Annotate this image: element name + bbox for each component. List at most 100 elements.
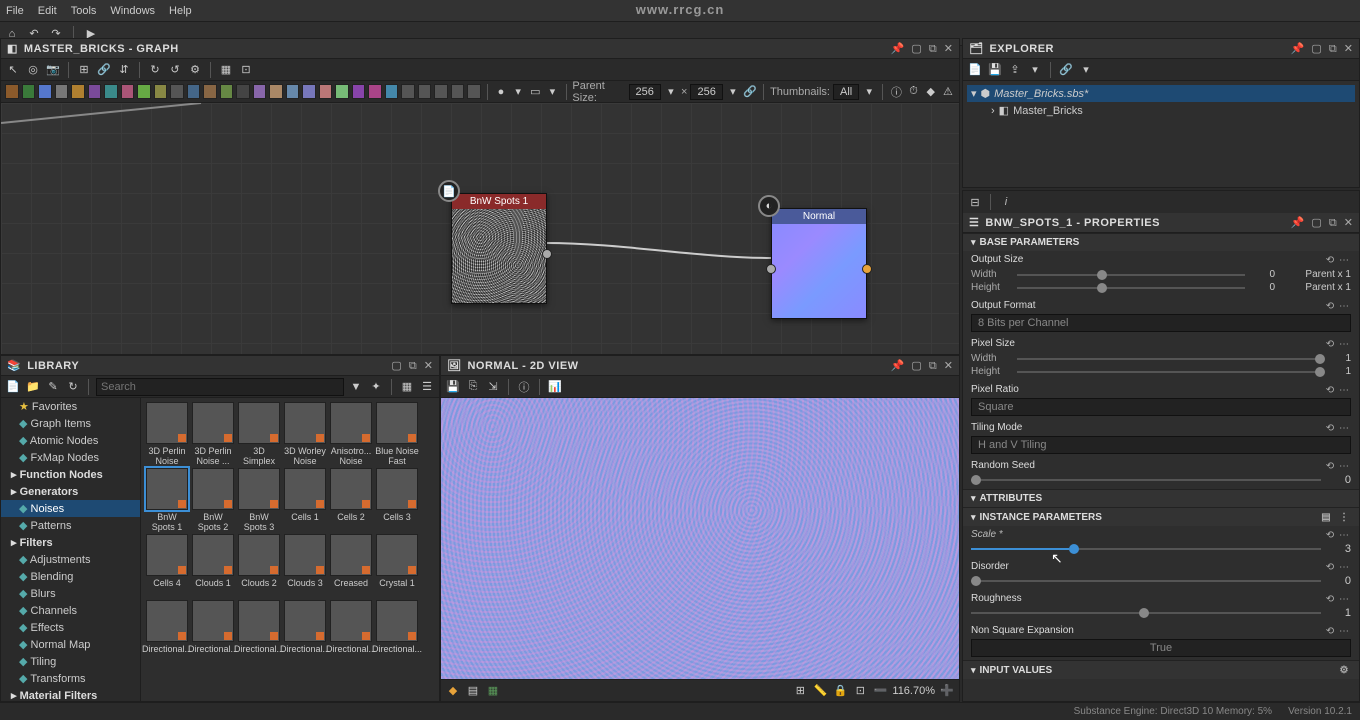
palette-node[interactable] xyxy=(418,84,432,99)
refresh-icon[interactable]: ↻ xyxy=(65,379,81,395)
chevron-down-icon[interactable]: ▾ xyxy=(726,84,740,100)
library-tree-item[interactable]: ◆ Atomic Nodes xyxy=(1,432,140,449)
palette-node[interactable] xyxy=(5,84,19,99)
palette-node[interactable] xyxy=(385,84,399,99)
grid-icon[interactable]: ▦ xyxy=(218,62,234,78)
library-tree-item[interactable]: ◆ Blending xyxy=(1,568,140,585)
library-tree-item[interactable]: ◆ Patterns xyxy=(1,517,140,534)
palette-node[interactable] xyxy=(434,84,448,99)
refresh-icon[interactable]: ↻ xyxy=(147,62,163,78)
zoom-in-icon[interactable]: ➕ xyxy=(939,683,955,699)
library-tree-item[interactable]: ◆ Adjustments xyxy=(1,551,140,568)
copy-icon[interactable]: ⎘ xyxy=(465,379,481,395)
expose-icon[interactable]: ⋯ xyxy=(1337,529,1351,541)
reset-icon[interactable]: ⟲ xyxy=(1323,561,1337,573)
palette-node[interactable] xyxy=(302,84,316,99)
warn-icon[interactable]: ⚠ xyxy=(941,84,955,100)
palette-node[interactable] xyxy=(55,84,69,99)
input-port[interactable] xyxy=(766,264,776,274)
library-thumbnail[interactable]: Crystal 1 xyxy=(375,534,419,598)
library-thumbnail[interactable]: Cells 1 xyxy=(283,468,327,532)
palette-node[interactable] xyxy=(335,84,349,99)
sort-icon[interactable]: ✦ xyxy=(368,379,384,395)
grid-view-icon[interactable]: ▦ xyxy=(399,379,415,395)
output-port[interactable] xyxy=(862,264,872,274)
library-thumbnail[interactable]: BnW Spots 1 xyxy=(145,468,189,532)
palette-node[interactable] xyxy=(352,84,366,99)
info-tab-icon[interactable]: i xyxy=(998,194,1014,210)
palette-node[interactable] xyxy=(121,84,135,99)
palette-node[interactable] xyxy=(286,84,300,99)
section-instance-parameters[interactable]: INSTANCE PARAMETERS▤⋮ xyxy=(963,507,1359,526)
expose-icon[interactable]: ⋯ xyxy=(1337,593,1351,605)
library-thumbnail[interactable]: 3D Perlin Noise xyxy=(145,402,189,466)
maximize-icon[interactable]: ▢ xyxy=(911,360,921,372)
new-icon[interactable]: 📄 xyxy=(5,379,21,395)
library-tree-item[interactable]: ▸ Material Filters xyxy=(1,687,140,701)
expose-icon[interactable]: ⋯ xyxy=(1337,561,1351,573)
palette-node[interactable] xyxy=(220,84,234,99)
library-thumbnail[interactable]: BnW Spots 2 xyxy=(191,468,235,532)
library-tree-item[interactable]: ◆ Blurs xyxy=(1,585,140,602)
close-icon[interactable]: ✕ xyxy=(424,360,433,372)
undock-icon[interactable]: ⧉ xyxy=(1329,217,1337,229)
library-thumbnail[interactable]: Directional... xyxy=(329,600,373,664)
palette-node[interactable] xyxy=(187,84,201,99)
library-tree-item[interactable]: ◆ Transforms xyxy=(1,670,140,687)
reset-icon[interactable]: ⟲ xyxy=(1323,300,1337,312)
explorer-graph-item[interactable]: ›◧ Master_Bricks xyxy=(967,102,1355,119)
explorer-file[interactable]: ▾⬢ Master_Bricks.sbs* xyxy=(967,85,1355,102)
palette-node[interactable] xyxy=(401,84,415,99)
palette-node[interactable] xyxy=(319,84,333,99)
palette-node[interactable] xyxy=(203,84,217,99)
reset-icon[interactable]: ⟲ xyxy=(1323,384,1337,396)
reset-icon[interactable]: ⟲ xyxy=(1323,460,1337,472)
output-icon[interactable]: ● xyxy=(494,84,508,100)
link-icon[interactable]: 🔗 xyxy=(96,62,112,78)
non-square-dropdown[interactable]: True xyxy=(971,639,1351,657)
library-tree-item[interactable]: ▸ Generators xyxy=(1,483,140,500)
explorer-tree[interactable]: ▾⬢ Master_Bricks.sbs* ›◧ Master_Bricks xyxy=(963,81,1359,187)
palette-node[interactable] xyxy=(368,84,382,99)
library-tree-item[interactable]: ◆ FxMap Nodes xyxy=(1,449,140,466)
pin-icon[interactable]: 📌 xyxy=(891,360,905,372)
parent-size-x[interactable]: 256 xyxy=(629,84,661,100)
list-view-icon[interactable]: ☰ xyxy=(419,379,435,395)
edit-icon[interactable]: ✎ xyxy=(45,379,61,395)
output-port[interactable] xyxy=(542,249,552,259)
pin-icon[interactable]: 📌 xyxy=(1291,217,1305,229)
node-normal[interactable]: ◐ Normal xyxy=(771,208,867,319)
section-base-parameters[interactable]: BASE PARAMETERS xyxy=(963,233,1359,251)
new-file-icon[interactable]: 📄 xyxy=(967,62,983,78)
crop-icon[interactable]: ⊡ xyxy=(238,62,254,78)
library-tree-item[interactable]: ◆ Graph Items xyxy=(1,415,140,432)
library-tree-item[interactable]: ◆ Channels xyxy=(1,602,140,619)
palette-node[interactable] xyxy=(467,84,481,99)
library-thumbnail[interactable]: 3D Perlin Noise ... xyxy=(191,402,235,466)
undock-icon[interactable]: ⧉ xyxy=(929,360,937,372)
fit-icon[interactable]: ⊞ xyxy=(76,62,92,78)
library-thumbnail[interactable]: 3D Worley Noise xyxy=(283,402,327,466)
export-icon[interactable]: ⇪ xyxy=(1007,62,1023,78)
palette-node[interactable] xyxy=(88,84,102,99)
filter-icon[interactable]: ▼ xyxy=(348,379,364,395)
library-thumbnail[interactable]: Cells 3 xyxy=(375,468,419,532)
maximize-icon[interactable]: ▢ xyxy=(391,360,401,372)
library-tree-item[interactable]: ★ Favorites xyxy=(1,398,140,415)
library-thumbnail[interactable]: Cells 2 xyxy=(329,468,373,532)
section-input-values[interactable]: INPUT VALUES⚙ xyxy=(963,660,1359,679)
undock-icon[interactable]: ⧉ xyxy=(409,360,417,372)
parent-size-y[interactable]: 256 xyxy=(690,84,722,100)
palette-node[interactable] xyxy=(451,84,465,99)
library-thumbnail[interactable]: BnW Spots 3 xyxy=(237,468,281,532)
zoom-fit-icon[interactable]: ⊡ xyxy=(852,683,868,699)
section-attributes[interactable]: ATTRIBUTES xyxy=(963,489,1359,507)
close-icon[interactable]: ✕ xyxy=(944,43,953,55)
pointer-icon[interactable]: ↖ xyxy=(5,62,21,78)
target-icon[interactable]: ◎ xyxy=(25,62,41,78)
close-icon[interactable]: ✕ xyxy=(944,360,953,372)
channel-mode-icon[interactable]: ▤ xyxy=(465,683,481,699)
palette-node[interactable] xyxy=(269,84,283,99)
auto-refresh-icon[interactable]: ↺ xyxy=(167,62,183,78)
link-icon[interactable]: 🔗 xyxy=(1058,62,1074,78)
